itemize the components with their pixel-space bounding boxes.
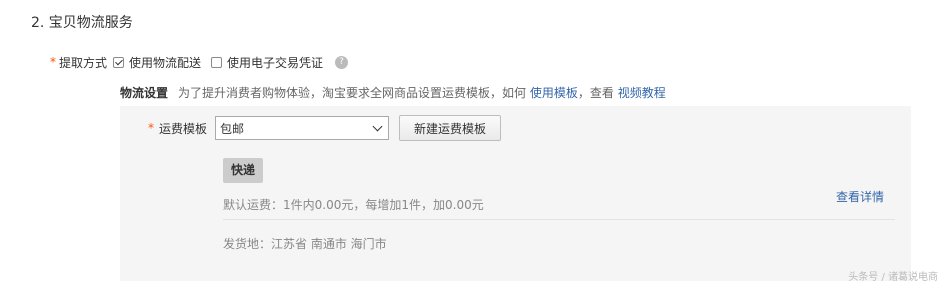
express-card: 快递 默认运费：1件内0.00元，每增加1件，加0.00元 查看详情 发货地：江… <box>210 148 900 268</box>
shipping-template-select[interactable]: 包邮 <box>215 116 390 140</box>
shipping-template-selected: 包邮 <box>220 121 245 136</box>
watermark: 头条号 / 诸葛说电商 <box>848 272 938 283</box>
shipping-template-row: * 运费模板 包邮 新建运费模板 <box>148 115 502 141</box>
express-tag: 快递 <box>223 158 263 183</box>
required-mark: * <box>148 121 154 135</box>
section-title: 2. 宝贝物流服务 <box>31 15 133 31</box>
chevron-down-icon <box>372 121 383 131</box>
checkbox-logistics-delivery[interactable] <box>113 56 125 68</box>
fetch-method-row: * 提取方式 使用物流配送 使用电子交易凭证 ? <box>50 54 349 71</box>
new-shipping-template-button[interactable]: 新建运费模板 <box>399 115 502 141</box>
shipping-template-label: 运费模板 <box>159 121 208 136</box>
option-logistics-delivery-label: 使用物流配送 <box>129 55 202 70</box>
use-template-link[interactable]: 使用模板 <box>530 86 578 100</box>
option-e-voucher[interactable]: 使用电子交易凭证 <box>211 54 323 71</box>
help-icon[interactable]: ? <box>335 55 349 69</box>
logistics-settings-header: 物流设置 为了提升消费者购物体验，淘宝要求全网商品设置运费模板，如何 使用模板，查… <box>120 84 666 101</box>
checkbox-e-voucher[interactable] <box>211 56 223 68</box>
option-e-voucher-label: 使用电子交易凭证 <box>227 55 324 70</box>
view-details-link[interactable]: 查看详情 <box>836 188 884 205</box>
logistics-settings-title: 物流设置 <box>120 86 169 100</box>
fetch-method-label: 提取方式 <box>59 55 108 70</box>
ship-from-location: 发货地：江苏省 南通市 海门市 <box>223 237 387 251</box>
default-fee-text: 默认运费：1件内0.00元，每增加1件，加0.00元 <box>223 198 484 212</box>
required-mark: * <box>50 55 56 69</box>
logistics-settings-desc: 为了提升消费者购物体验，淘宝要求全网商品设置运费模板，如何 <box>178 86 527 100</box>
divider <box>223 219 895 220</box>
logistics-sep: ，查看 <box>577 86 614 100</box>
video-tutorial-link[interactable]: 视频教程 <box>618 86 666 100</box>
option-logistics-delivery[interactable]: 使用物流配送 <box>113 54 201 71</box>
